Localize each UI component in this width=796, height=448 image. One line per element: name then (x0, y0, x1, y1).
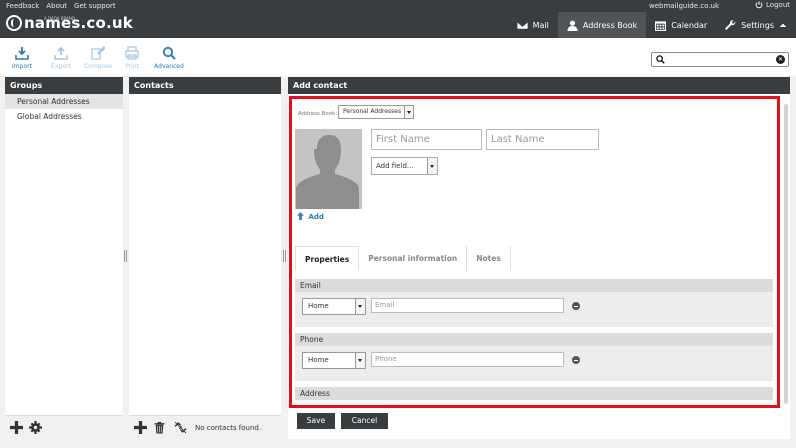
add-photo-label: Add (308, 213, 324, 221)
get-support-link[interactable]: Get support (74, 2, 116, 10)
nav-mail[interactable]: Mail (508, 12, 558, 38)
logout-label: Logout (766, 1, 790, 9)
tab-notes[interactable]: Notes (467, 246, 511, 271)
groups-footer (5, 415, 123, 439)
chevron-down-icon (355, 299, 365, 314)
logo-mark-icon (6, 15, 22, 31)
person-icon (567, 20, 578, 31)
import-button[interactable]: Import (4, 46, 40, 70)
nav-settings[interactable]: Settings (716, 12, 796, 38)
nav-calendar[interactable]: Calendar (646, 12, 716, 38)
clear-search-icon[interactable]: ✕ (776, 55, 785, 64)
chevron-down-icon (427, 158, 437, 174)
phone-type-select[interactable]: Home (302, 352, 366, 369)
nav-settings-label: Settings (741, 20, 774, 30)
contacts-footer: No contacts found. (129, 415, 281, 439)
logout-button[interactable]: Logout (755, 1, 790, 9)
groups-panel: Groups Personal Addresses Global Address… (5, 77, 123, 439)
top-bar: Feedback About Get support webmailguide.… (0, 0, 796, 38)
quick-search-input[interactable]: ✕ (651, 52, 789, 67)
import-label: Import (12, 63, 32, 70)
main-nav: Mail Address Book Calendar Settings (508, 12, 796, 38)
add-contact-icon[interactable] (134, 421, 147, 434)
first-name-input[interactable]: First Name (371, 129, 482, 150)
tab-properties[interactable]: Properties (295, 246, 360, 271)
remove-phone-icon[interactable] (572, 356, 580, 364)
unlink-icon[interactable] (174, 421, 187, 434)
caret-up-icon (779, 23, 787, 27)
person-silhouette-icon (296, 135, 359, 209)
export-label: Export (51, 63, 71, 70)
email-section-heading: Email (295, 279, 773, 292)
contacts-panel: Contacts No contacts found. (129, 77, 281, 439)
phone-input[interactable]: Phone (371, 352, 564, 367)
gear-icon[interactable] (29, 421, 42, 434)
nav-mail-label: Mail (532, 20, 549, 30)
form-scrollbar[interactable] (783, 96, 789, 436)
feedback-link[interactable]: Feedback (6, 2, 39, 10)
nav-calendar-label: Calendar (671, 20, 708, 30)
advanced-label: Advanced (154, 63, 184, 70)
print-button[interactable]: Print (114, 46, 150, 70)
group-personal-addresses[interactable]: Personal Addresses (5, 94, 123, 109)
add-field-select[interactable]: Add field... (371, 157, 438, 175)
import-icon (15, 47, 29, 60)
address-book-value: Personal Addresses (343, 108, 402, 115)
printer-icon (125, 46, 139, 60)
email-type-select[interactable]: Home (302, 298, 366, 315)
logo-subtitle: A DADA BRAND (44, 16, 75, 21)
logo-text: names.co.uk (24, 14, 133, 32)
search-icon (656, 55, 665, 64)
email-input[interactable]: Email (371, 298, 564, 313)
groups-header: Groups (5, 77, 123, 94)
compose-label: Compose (83, 63, 112, 70)
address-section-heading: Address (295, 387, 773, 400)
chevron-down-icon (404, 106, 413, 118)
address-book-label: Address Book: (298, 111, 338, 117)
save-button[interactable]: Save (297, 413, 335, 429)
address-book-select[interactable]: Personal Addresses (338, 105, 414, 119)
contact-photo (295, 129, 362, 209)
add-field-label: Add field... (376, 162, 414, 170)
calendar-icon (655, 20, 667, 31)
envelope-icon (516, 20, 528, 30)
advanced-search-button[interactable]: Advanced (151, 46, 187, 70)
group-global-addresses[interactable]: Global Addresses (5, 109, 123, 124)
cancel-button[interactable]: Cancel (341, 413, 388, 429)
trash-icon[interactable] (153, 421, 166, 434)
contact-tabs: Properties Personal information Notes (295, 246, 511, 271)
remove-email-icon[interactable] (572, 302, 580, 310)
tab-personal-information[interactable]: Personal information (359, 246, 468, 271)
contacts-header: Contacts (129, 77, 281, 94)
top-links: Feedback About Get support (6, 2, 116, 10)
compose-icon (91, 46, 105, 60)
export-icon (54, 46, 68, 60)
add-contact-form: Address Book: Personal Addresses Add Fir… (289, 96, 780, 408)
email-section: Home Email (295, 292, 773, 327)
account-domain: webmailguide.co.uk (649, 2, 719, 10)
chevron-down-icon (355, 353, 365, 368)
arrow-up-icon (297, 212, 304, 220)
power-icon (755, 1, 763, 9)
last-name-input[interactable]: Last Name (486, 129, 599, 150)
phone-type-value: Home (308, 356, 329, 364)
scrollbar-thumb[interactable] (784, 104, 788, 404)
add-contact-header: Add contact (288, 77, 790, 94)
email-type-value: Home (308, 302, 329, 310)
contacts-splitter-handle[interactable] (283, 250, 286, 262)
groups-splitter-handle[interactable] (124, 250, 127, 262)
phone-section: Home Phone (295, 346, 773, 381)
wrench-icon (725, 19, 736, 30)
nav-address-book[interactable]: Address Book (557, 12, 647, 38)
print-label: Print (125, 63, 139, 70)
nav-address-book-label: Address Book (582, 20, 638, 30)
no-contacts-message: No contacts found. (195, 424, 262, 432)
add-photo-button[interactable]: Add (297, 212, 324, 221)
magnifier-icon (162, 46, 176, 60)
export-button[interactable]: Export (43, 46, 79, 70)
about-link[interactable]: About (46, 2, 67, 10)
phone-section-heading: Phone (295, 333, 773, 346)
add-group-icon[interactable] (10, 421, 23, 434)
compose-button[interactable]: Compose (80, 46, 116, 70)
